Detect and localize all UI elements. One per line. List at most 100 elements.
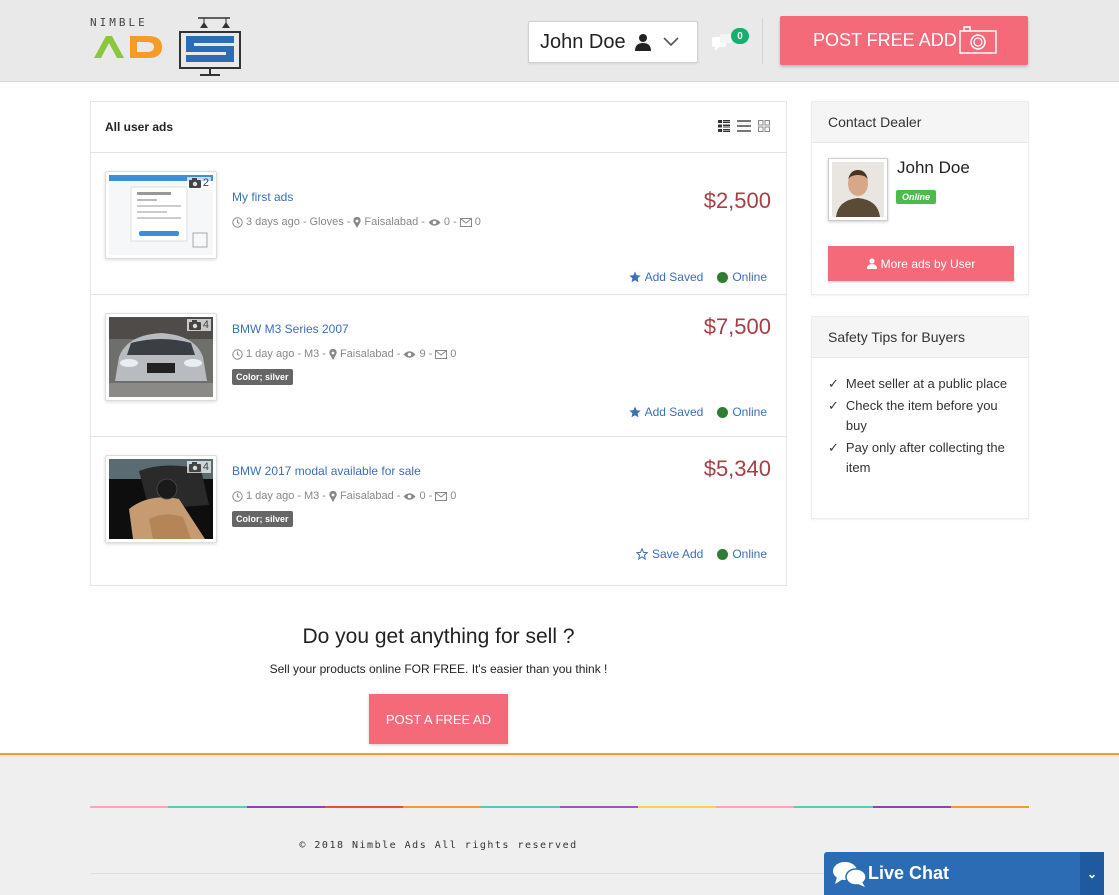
ad-meta: 1 day ago - M3- Faisalabad - 0- 0 (232, 490, 456, 502)
dealer-avatar[interactable] (828, 158, 888, 221)
envelope-icon (435, 349, 448, 359)
safety-tip-text: Pay only after collecting the item (845, 440, 1005, 475)
promo-title: Do you get anything for sell ? (302, 625, 575, 648)
safety-tip-text: Meet seller at a public place (845, 376, 1008, 391)
live-chat-widget[interactable]: Live Chat ⌄ (824, 852, 1104, 895)
ad-price: $2,500 (703, 188, 771, 213)
footer-color-strip (90, 806, 1029, 808)
ad-title-link[interactable]: BMW 2017 modal available for sale (232, 464, 421, 478)
list-view-icon[interactable] (737, 120, 751, 132)
location-pin-icon (329, 348, 337, 360)
clock-icon (232, 348, 243, 360)
ad-time: 1 day ago (246, 348, 295, 360)
location-pin-icon (353, 216, 362, 228)
ad-price: $5,340 (703, 456, 771, 481)
ad-thumbnail[interactable]: 4 (105, 313, 217, 401)
ad-thumbnail[interactable]: 4 (105, 455, 217, 543)
ad-image: 2 (109, 175, 213, 255)
save-ad-button[interactable]: Save Add (635, 547, 704, 561)
live-chat-label: Live Chat (868, 863, 950, 883)
header-divider (762, 18, 763, 64)
user-name: John Doe (540, 30, 626, 53)
seller-status-label: Online (732, 405, 767, 419)
ad-item[interactable]: 4 BMW M3 Series 2007 1 day ago - M3- Fais… (91, 295, 786, 437)
ad-messages: 0 (450, 490, 457, 502)
list-detail-view-icon[interactable] (718, 120, 730, 132)
ad-category[interactable]: Gloves (310, 216, 344, 228)
ad-location: Faisalabad (364, 216, 419, 228)
user-ads-header: All user ads (91, 102, 786, 153)
safety-tip: ✓ Meet seller at a public place (828, 374, 1012, 394)
seller-status: Online (717, 547, 767, 561)
safety-tips-heading: Safety Tips for Buyers (812, 317, 1028, 358)
online-dot-icon (717, 271, 729, 283)
color-tag: Color; silver (232, 369, 293, 385)
post-a-free-ad-button[interactable]: POST A FREE AD (369, 694, 508, 744)
location-pin-icon (329, 490, 337, 502)
ad-price: $7,500 (703, 314, 771, 339)
chevron-down-icon[interactable]: ⌄ (1080, 852, 1104, 895)
online-dot-icon (717, 406, 729, 418)
seller-status-label: Online (732, 270, 767, 284)
chat-bubbles-icon (833, 861, 867, 887)
star-filled-icon (628, 271, 641, 283)
grid-view-icon[interactable] (758, 120, 770, 132)
copyright-text: © 2018 Nimble Ads All rights reserved (299, 840, 578, 851)
site-logo[interactable]: NIMBLE (90, 12, 250, 78)
ad-actions: Add Saved Online (628, 405, 767, 419)
contact-dealer-box: Contact Dealer John Doe Online More ads … (811, 101, 1029, 295)
eye-icon (403, 492, 416, 500)
ad-messages: 0 (450, 348, 457, 360)
dealer-name[interactable]: John Doe (897, 158, 970, 178)
logo-top-text: NIMBLE (90, 16, 148, 29)
dealer-photo (832, 162, 884, 217)
star-outline-icon (635, 548, 648, 560)
safety-tips-box: Safety Tips for Buyers ✓ Meet seller at a… (811, 316, 1029, 519)
post-free-add-label: POST FREE ADD (813, 30, 957, 50)
save-ad-button[interactable]: Add Saved (628, 270, 703, 284)
ad-item[interactable]: 4 BMW 2017 modal available for sale 1 da… (91, 437, 786, 579)
photo-count-value: 4 (202, 319, 209, 331)
chevron-down-icon (663, 37, 679, 47)
eye-icon (428, 218, 441, 226)
camera-icon (188, 462, 201, 472)
site-header: NIMBLE John Doe 0 POST FREE ADD (0, 0, 1119, 82)
ad-location: Faisalabad (339, 348, 394, 360)
safety-tip: ✓ Check the item before you buy (828, 396, 1012, 436)
color-tag: Color; silver (232, 511, 293, 527)
clock-icon (232, 216, 243, 228)
user-ads-heading: All user ads (105, 120, 174, 134)
ad-messages: 0 (474, 216, 481, 228)
ad-actions: Save Add Online (635, 547, 767, 561)
ad-title-link[interactable]: BMW M3 Series 2007 (232, 322, 349, 336)
seller-status: Online (717, 270, 767, 284)
photo-count-value: 4 (202, 461, 209, 473)
ad-thumbnail[interactable]: 2 (105, 171, 217, 259)
ad-views: 0 (419, 490, 426, 502)
photo-count: 4 (186, 319, 211, 331)
ad-item[interactable]: 2 My first ads 3 days ago - Gloves - Faisa… (91, 153, 786, 295)
photo-count: 2 (186, 177, 211, 189)
eye-icon (403, 350, 416, 358)
clock-icon (232, 490, 243, 502)
ad-category[interactable]: M3 (304, 490, 319, 502)
ad-time: 1 day ago (246, 490, 295, 502)
post-free-add-button[interactable]: POST FREE ADD (780, 16, 1028, 65)
check-icon: ✓ (828, 376, 839, 391)
online-dot-icon (717, 548, 729, 560)
save-ad-label: Save Add (651, 547, 704, 561)
more-ads-by-user-button[interactable]: More ads by User (828, 246, 1014, 281)
ad-category[interactable]: M3 (304, 348, 319, 360)
user-ads-panel: All user ads 2 My first ads 3 days ago -… (90, 101, 787, 586)
photo-count-value: 2 (202, 177, 209, 189)
save-ad-label: Add Saved (644, 405, 704, 419)
ad-title-link[interactable]: My first ads (232, 190, 293, 204)
seller-status: Online (717, 405, 767, 419)
user-menu-dropdown[interactable]: John Doe (528, 21, 698, 63)
more-ads-label: More ads by User (880, 256, 976, 271)
ad-views: 0 (443, 216, 451, 228)
save-ad-button[interactable]: Add Saved (628, 405, 704, 419)
envelope-icon (459, 217, 472, 227)
envelope-icon (435, 491, 448, 501)
photo-count: 4 (186, 461, 211, 473)
